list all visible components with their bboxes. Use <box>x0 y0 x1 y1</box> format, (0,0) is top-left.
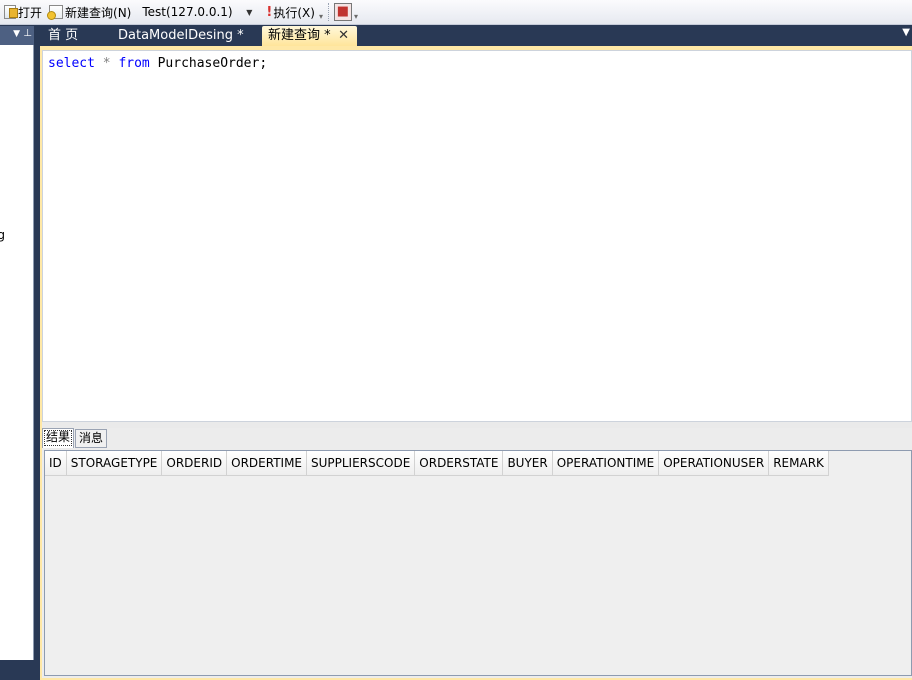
toolbar-overflow-icon-2[interactable]: ▾ <box>352 3 360 21</box>
cancel-query-icon[interactable]: ■ <box>333 3 352 21</box>
tab-new-query-label: 新建查询 * <box>268 28 331 43</box>
tab-results[interactable]: 结果 <box>42 428 75 448</box>
tab-list-icon[interactable]: ▼ <box>902 27 910 38</box>
open-file-icon <box>4 5 18 19</box>
grid-header-row: ID STORAGETYPE ORDERID ORDERTIME SUPPLIERSCO… <box>45 451 829 476</box>
left-panel: g <box>0 45 34 660</box>
toolbar-overflow-icon[interactable]: ▾ <box>317 3 325 21</box>
column-header[interactable]: REMARK <box>769 451 829 476</box>
column-header[interactable]: BUYER <box>503 451 553 476</box>
results-tab-bar: 结果 消息 <box>42 428 108 448</box>
table-name: PurchaseOrder; <box>157 56 268 71</box>
results-grid[interactable]: ID STORAGETYPE ORDERID ORDERTIME SUPPLIERSCO… <box>44 450 912 676</box>
left-panel-item[interactable]: g <box>0 228 5 242</box>
execute-icon: ! <box>266 4 273 20</box>
tab-new-query[interactable]: 新建查询 * ✕ <box>262 26 357 46</box>
toolbar-separator <box>327 3 331 21</box>
open-button[interactable]: 打开 <box>0 1 44 23</box>
column-header[interactable]: SUPPLIERSCODE <box>307 451 416 476</box>
column-header[interactable]: OPERATIONTIME <box>552 451 660 476</box>
column-header[interactable]: ID <box>45 451 67 476</box>
panel-dropdown-icon[interactable]: ▼ <box>13 29 20 39</box>
close-icon[interactable]: ✕ <box>338 26 349 45</box>
new-query-label: 新建查询(N) <box>65 5 132 20</box>
keyword-select: select <box>48 56 95 71</box>
results-pane: 结果 消息 ID STORAGETYPE ORDERID ORDERTIME SUPPL… <box>42 428 912 678</box>
tab-home[interactable]: 首 页 <box>36 26 108 46</box>
server-value: Test(127.0.0.1) <box>142 5 233 19</box>
new-query-icon <box>47 5 64 20</box>
chevron-down-icon[interactable]: ▼ <box>246 8 252 17</box>
tab-messages[interactable]: 消息 <box>75 429 108 448</box>
execute-button[interactable]: ! 执行(X) <box>257 1 317 23</box>
execute-label: 执行(X) <box>273 5 315 20</box>
server-select[interactable]: Test(127.0.0.1) ▼ <box>137 3 257 22</box>
sql-code: select * from PurchaseOrder; <box>48 56 267 71</box>
column-header[interactable]: ORDERID <box>162 451 228 476</box>
keyword-from: from <box>118 56 150 71</box>
sql-editor[interactable]: select * from PurchaseOrder; <box>42 50 912 422</box>
document-tab-bar: 首 页 DataModelDesing * 新建查询 * ✕ ▼ <box>36 25 912 46</box>
tab-datamodel-design[interactable]: DataModelDesing * <box>108 26 260 46</box>
left-panel-header: ▼ ⊥ <box>0 26 34 45</box>
new-query-button[interactable]: 新建查询(N) <box>44 1 133 23</box>
toolbar: 打开 新建查询(N) Test(127.0.0.1) ▼ ! 执行(X) ▾ ■… <box>0 0 912 25</box>
column-header[interactable]: STORAGETYPE <box>66 451 163 476</box>
operator-star: * <box>102 56 111 71</box>
column-header[interactable]: ORDERSTATE <box>415 451 504 476</box>
open-label: 打开 <box>18 5 43 20</box>
column-header[interactable]: OPERATIONUSER <box>659 451 770 476</box>
pin-icon[interactable]: ⊥ <box>23 28 32 39</box>
column-header[interactable]: ORDERTIME <box>227 451 307 476</box>
left-panel-footer <box>0 660 36 680</box>
